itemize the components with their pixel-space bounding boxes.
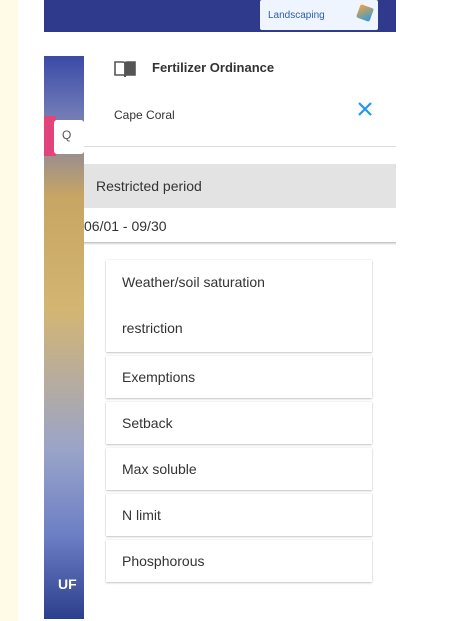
section-label: N limit <box>122 507 161 523</box>
ordinance-panel: Fertilizer Ordinance Cape Coral Restrict… <box>84 42 396 612</box>
search-icon: Q <box>62 128 72 142</box>
section-label-line1: Weather/soil saturation <box>122 274 265 290</box>
map-search-box[interactable]: Q <box>54 120 84 154</box>
section-label: Exemptions <box>122 369 196 385</box>
section-label: Phosphorous <box>122 553 205 569</box>
landscaping-logo: Landscaping <box>260 0 378 30</box>
restricted-period-header: Restricted period <box>84 164 396 208</box>
section-weather-soil[interactable]: Weather/soil saturation restriction <box>106 260 372 352</box>
location-name: Cape Coral <box>114 108 175 122</box>
restricted-period-value: 06/01 - 09/30 <box>84 218 167 234</box>
panel-header: Fertilizer Ordinance Cape Coral <box>84 42 396 152</box>
section-label: Max soluble <box>122 461 197 477</box>
section-label: Setback <box>122 415 173 431</box>
institution-logo <box>50 0 170 10</box>
restricted-period-label: Restricted period <box>96 178 202 194</box>
map-background[interactable]: Q UF <box>44 56 84 619</box>
close-icon[interactable] <box>354 98 376 120</box>
leaf-icon <box>356 4 374 22</box>
landscaping-logo-text: Landscaping <box>268 10 325 21</box>
header-divider <box>84 146 396 147</box>
section-n-limit[interactable]: N limit <box>106 494 372 536</box>
top-banner: Landscaping <box>44 0 396 32</box>
section-label-line2: restriction <box>122 320 183 336</box>
section-setback[interactable]: Setback <box>106 402 372 444</box>
map-footer-text: UF <box>58 576 77 592</box>
book-open-icon <box>114 61 136 78</box>
section-shadow <box>84 242 396 245</box>
section-exemptions[interactable]: Exemptions <box>106 356 372 398</box>
section-phosphorous[interactable]: Phosphorous <box>106 540 372 582</box>
ordinance-sections-list: Weather/soil saturation restriction Exem… <box>106 260 372 586</box>
panel-title: Fertilizer Ordinance <box>152 60 275 75</box>
section-max-soluble[interactable]: Max soluble <box>106 448 372 490</box>
